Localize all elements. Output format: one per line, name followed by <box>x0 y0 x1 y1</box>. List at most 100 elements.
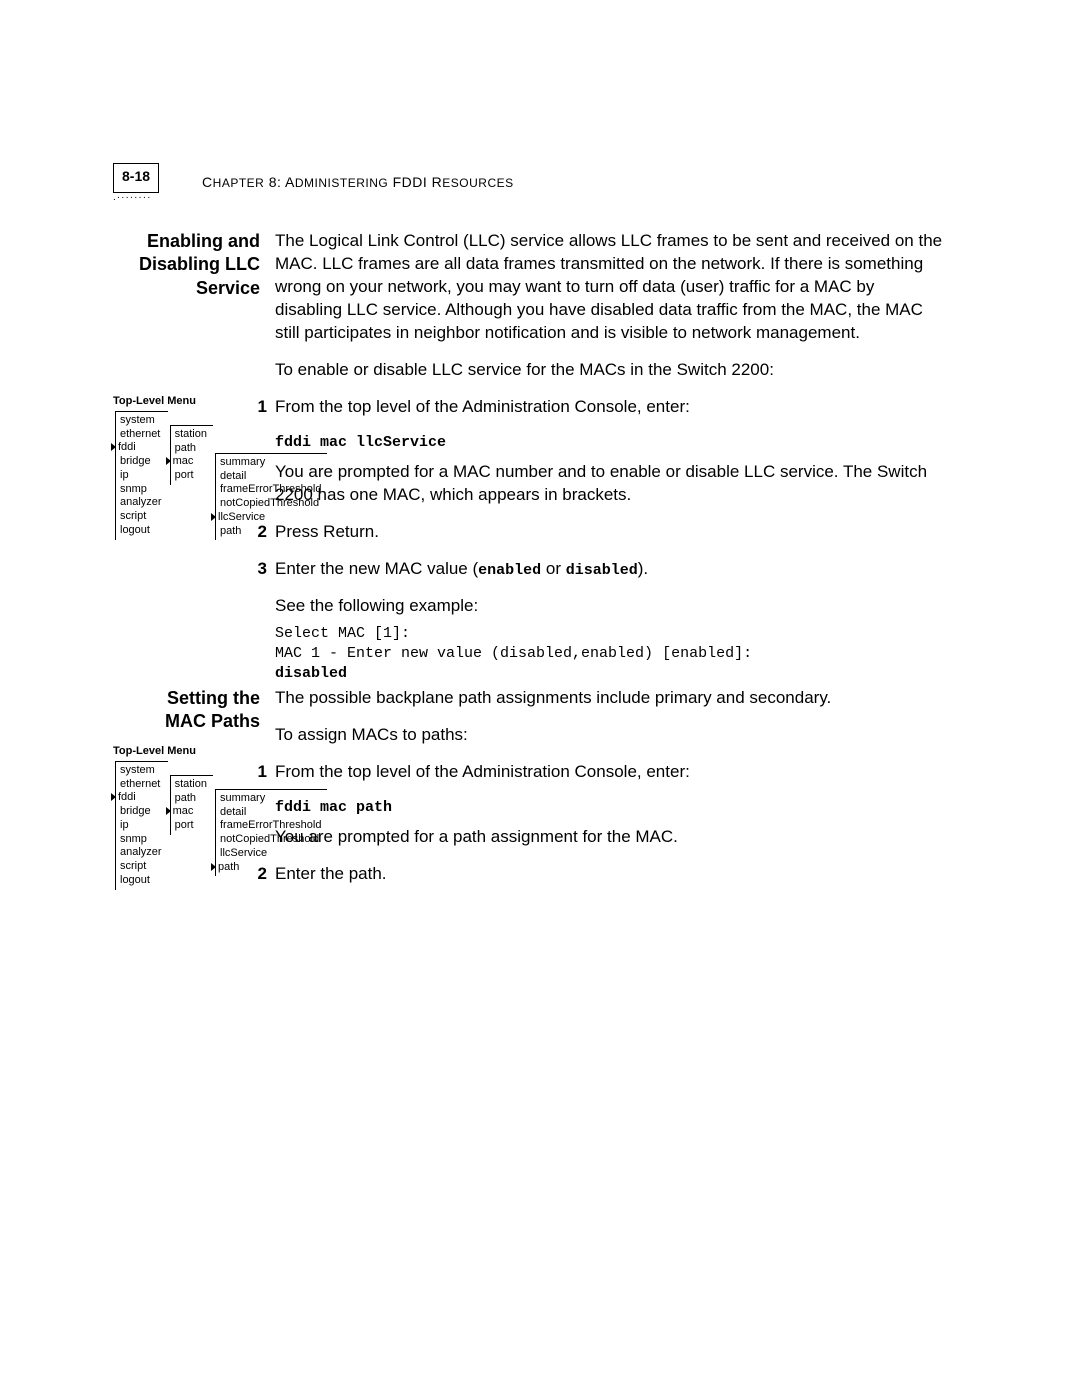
menu-item: ethernet <box>120 778 162 792</box>
menu-item: frameErrorThreshold <box>220 483 321 497</box>
step-content: From the top level of the Administration… <box>275 396 945 507</box>
heading-line: MAC Paths <box>0 710 260 733</box>
menu-item: fddi <box>120 441 162 455</box>
step-text: Press Return. <box>275 521 945 544</box>
menu-item: fddi <box>120 791 162 805</box>
menu-col-3: summary detail frameErrorThreshold notCo… <box>215 453 327 541</box>
chapter-title: CHAPTER 8: ADMINISTERING FDDI RESOURCES <box>179 160 514 204</box>
menu-item: system <box>120 414 162 428</box>
arrow-icon <box>211 513 216 521</box>
chapter-t4: ESOURCES <box>442 176 513 190</box>
step-content: From the top level of the Administration… <box>275 761 945 849</box>
menu-item: mac <box>175 805 207 819</box>
command-text: fddi mac llcService <box>275 433 945 453</box>
menu-item: port <box>175 819 207 833</box>
chapter-num: 8: A <box>264 174 295 190</box>
code-line: MAC 1 - Enter new value (disabled,enable… <box>275 645 752 662</box>
chapter-t2: DMINISTERING <box>295 176 388 190</box>
menu-item: detail <box>220 470 321 484</box>
menu-item: bridge <box>120 805 162 819</box>
menu-col-2: station path mac port <box>170 425 213 485</box>
paragraph: To assign MACs to paths: <box>275 724 945 747</box>
section-body-mac-paths: The possible backplane path assignments … <box>275 687 945 900</box>
chapter-t3: FDDI R <box>388 174 442 190</box>
menu-item: bridge <box>120 455 162 469</box>
menu-title: Top-Level Menu <box>113 395 327 409</box>
menu-item: path <box>220 525 321 539</box>
menu-item: llcService <box>220 511 321 525</box>
paragraph: The Logical Link Control (LLC) service a… <box>275 230 945 345</box>
paragraph: You are prompted for a MAC number and to… <box>275 461 945 507</box>
code-example: Select MAC [1]: MAC 1 - Enter new value … <box>275 624 945 685</box>
menu-item: station <box>175 428 207 442</box>
menu-columns: system ethernet fddi bridge ip snmp anal… <box>113 761 327 890</box>
heading-line: Enabling and <box>0 230 260 253</box>
menu-item: notCopiedThreshold <box>220 833 321 847</box>
menu-columns: system ethernet fddi bridge ip snmp anal… <box>113 411 327 541</box>
arrow-icon <box>111 443 116 451</box>
menu-item: snmp <box>120 483 162 497</box>
paragraph: The possible backplane path assignments … <box>275 687 945 710</box>
page-number-box: 8-18 .········ <box>113 163 159 201</box>
step-text: ). <box>638 559 648 578</box>
menu-item: system <box>120 764 162 778</box>
heading-line: Setting the <box>0 687 260 710</box>
step-text: or <box>541 559 566 578</box>
menu-item: summary <box>220 792 321 806</box>
menu-item: llcService <box>220 847 321 861</box>
menu-item: mac <box>175 455 207 469</box>
menu-item: path <box>175 792 207 806</box>
menu-item: script <box>120 860 162 874</box>
menu-diagram-2: Top-Level Menu system ethernet fddi brid… <box>113 745 327 890</box>
menu-item: station <box>175 778 207 792</box>
menu-item: notCopiedThreshold <box>220 497 321 511</box>
menu-col-1: system ethernet fddi bridge ip snmp anal… <box>115 411 168 540</box>
menu-item: path <box>220 861 321 875</box>
inline-code: enabled <box>478 562 541 579</box>
menu-col-2: station path mac port <box>170 775 213 835</box>
step-number: 3 <box>245 558 267 699</box>
arrow-icon <box>111 793 116 801</box>
menu-title: Top-Level Menu <box>113 745 327 759</box>
code-line: Select MAC [1]: <box>275 625 410 642</box>
page-number: 8-18 <box>113 163 159 193</box>
menu-item: port <box>175 469 207 483</box>
menu-diagram-1: Top-Level Menu system ethernet fddi brid… <box>113 395 327 540</box>
paragraph: To enable or disable LLC service for the… <box>275 359 945 382</box>
menu-item: ethernet <box>120 428 162 442</box>
arrow-icon <box>211 863 216 871</box>
step-2: 2 Enter the path. <box>275 863 945 886</box>
step-text: From the top level of the Administration… <box>275 761 945 784</box>
step-text: Enter the new MAC value ( <box>275 559 478 578</box>
code-line: disabled <box>275 665 347 682</box>
arrow-icon <box>166 457 171 465</box>
paragraph: See the following example: <box>275 595 945 618</box>
menu-item: script <box>120 510 162 524</box>
menu-item: logout <box>120 524 162 538</box>
menu-item: ip <box>120 469 162 483</box>
arrow-icon <box>166 807 171 815</box>
menu-item: ip <box>120 819 162 833</box>
chapter-cap: C <box>202 174 213 190</box>
step-1: 1 From the top level of the Administrati… <box>275 396 945 507</box>
page: 8-18 .········ CHAPTER 8: ADMINISTERING … <box>0 0 1080 1397</box>
heading-line: Disabling LLC <box>0 253 260 276</box>
inline-code: disabled <box>566 562 638 579</box>
menu-item: frameErrorThreshold <box>220 819 321 833</box>
command-text: fddi mac path <box>275 798 945 818</box>
step-2: 2 Press Return. <box>275 521 945 544</box>
menu-item: analyzer <box>120 496 162 510</box>
menu-item: detail <box>220 806 321 820</box>
menu-item: analyzer <box>120 846 162 860</box>
step-3: 3 Enter the new MAC value (enabled or di… <box>275 558 945 699</box>
dots-decoration: .········ <box>113 195 151 201</box>
menu-item: summary <box>220 456 321 470</box>
menu-item: path <box>175 442 207 456</box>
menu-item: snmp <box>120 833 162 847</box>
menu-item: logout <box>120 874 162 888</box>
paragraph: You are prompted for a path assignment f… <box>275 826 945 849</box>
step-content: Enter the new MAC value (enabled or disa… <box>275 558 945 699</box>
page-header: 8-18 .········ CHAPTER 8: ADMINISTERING … <box>113 160 514 204</box>
menu-col-1: system ethernet fddi bridge ip snmp anal… <box>115 761 168 890</box>
section-body-llc: The Logical Link Control (LLC) service a… <box>275 230 945 713</box>
